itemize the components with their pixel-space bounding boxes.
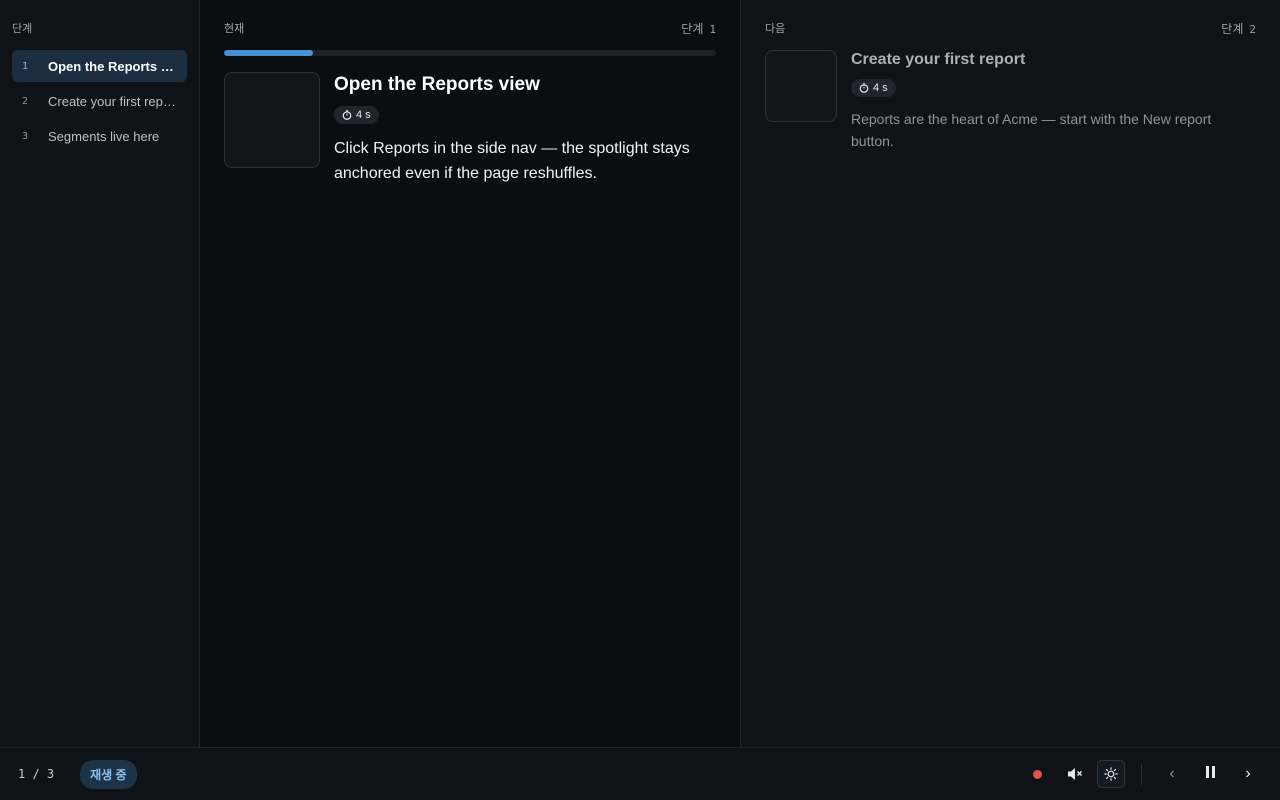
record-button[interactable] [1023,760,1051,788]
theme-toggle-button[interactable] [1097,760,1125,788]
next-step-indicator: 단계 2 [1221,20,1256,37]
duration-badge: 4 s [334,106,379,124]
step-label: Segments live here [48,128,160,144]
controls-divider [1141,763,1142,785]
step-thumbnail [224,72,320,168]
playback-status-badge: 재생 중 [80,759,137,789]
chevron-left-icon: ‹ [1169,765,1175,782]
current-panel-header: 현재 단계 1 [224,20,716,36]
next-step-button[interactable]: › [1234,760,1262,788]
step-prefix: 단계 [681,21,704,36]
mute-button[interactable] [1061,760,1089,788]
record-dot-icon [1032,769,1042,779]
next-step-description: Reports are the heart of Acme — start wi… [851,111,1212,149]
step-item-1[interactable]: 1 Open the Reports view [12,50,187,82]
step-counter: 1 / 3 [18,767,55,781]
pause-icon [1204,765,1216,783]
step-item-3[interactable]: 3 Segments live here [12,120,187,152]
current-label: 현재 [224,23,245,35]
chevron-right-icon: › [1245,765,1251,782]
duration-text: 4 s [356,109,371,121]
step-number: 1 [709,22,716,36]
step-list: 1 Open the Reports view 2 Create your fi… [12,50,187,152]
next-label: 다음 [765,23,786,35]
step-label: Create your first report [48,93,177,109]
speaker-muted-icon [1068,768,1082,780]
step-progress-fill [224,50,313,56]
next-step-card: Create your first report 4 s Reports are… [765,50,1256,152]
step-number: 2 [1249,22,1256,36]
stopwatch-icon [342,110,352,120]
next-step-panel: 다음 단계 2 Create your first report 4 s Repo… [741,0,1280,747]
current-step-body: Open the Reports view 4 s Click Reports … [334,72,716,186]
current-step-card: Open the Reports view 4 s Click Reports … [224,72,716,186]
step-number: 1 [22,60,29,72]
current-step-description: Click Reports in the side nav — the spot… [334,140,690,182]
step-progress-bar [224,50,716,56]
duration-badge: 4 s [851,79,896,97]
playback-controls: ‹ › [1023,760,1262,788]
playback-bar: 1 / 3 재생 중 ‹ › [0,747,1280,800]
step-prefix: 단계 [1221,21,1244,36]
step-number: 2 [22,95,29,107]
sidebar-heading: 단계 [12,23,33,35]
stopwatch-icon [859,83,869,93]
current-step-indicator: 단계 1 [681,20,716,37]
tour-player: 단계 1 Open the Reports view 2 Create your… [0,0,1280,800]
previous-step-button[interactable]: ‹ [1158,760,1186,788]
step-number: 3 [22,130,29,142]
step-label: Open the Reports view [48,58,177,74]
steps-sidebar: 단계 1 Open the Reports view 2 Create your… [0,0,200,747]
current-step-panel: 현재 단계 1 Open the Reports view 4 s Click R… [200,0,741,747]
sun-icon [1104,767,1118,781]
step-thumbnail [765,50,837,122]
next-step-title: Create your first report [851,51,1026,68]
step-item-2[interactable]: 2 Create your first report [12,85,187,117]
next-step-body: Create your first report 4 s Reports are… [851,50,1256,152]
current-step-title: Open the Reports view [334,74,540,95]
duration-text: 4 s [873,82,888,94]
next-panel-header: 다음 단계 2 [765,20,1256,36]
pause-button[interactable] [1196,760,1224,788]
